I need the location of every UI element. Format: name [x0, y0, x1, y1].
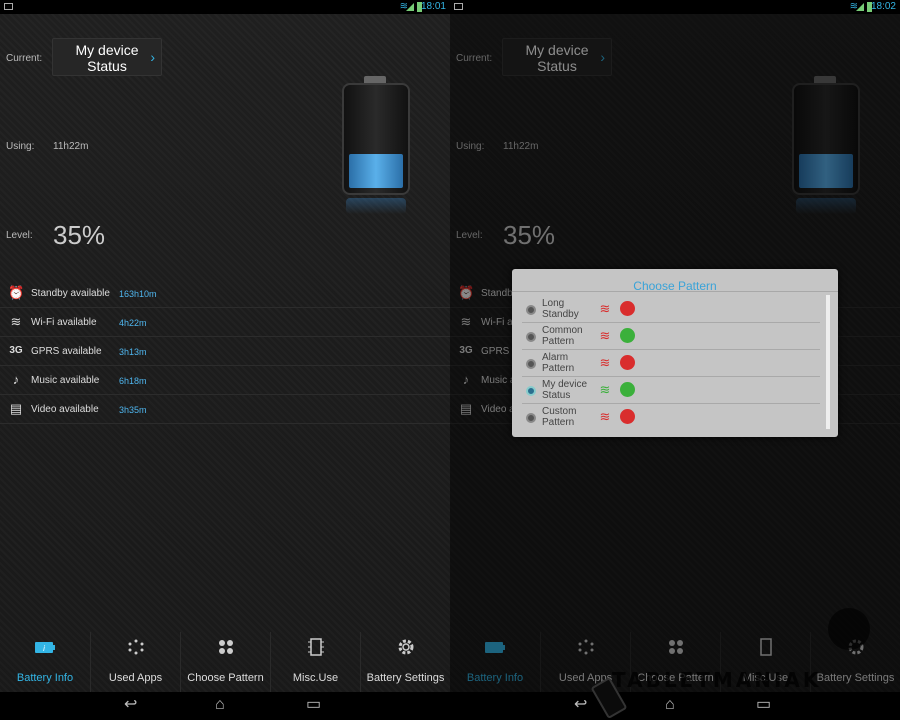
- recents-icon[interactable]: ▭: [756, 696, 771, 714]
- back-icon[interactable]: ↩: [574, 696, 587, 714]
- current-pattern-value: My device Status: [75, 42, 139, 74]
- watermark-splash-icon: [828, 608, 870, 650]
- level-value: 35%: [53, 220, 106, 250]
- tab-label: Used Apps: [108, 672, 163, 684]
- tab-label: Misc.Use: [292, 672, 339, 684]
- radio-button[interactable]: [526, 305, 536, 315]
- dots-circle-icon: [128, 639, 144, 655]
- pattern-option-my-device-status[interactable]: My device Status ≋: [522, 377, 820, 404]
- radio-button[interactable]: [526, 413, 536, 423]
- pattern-option-common[interactable]: Common Pattern ≋: [522, 323, 820, 350]
- tab-battery-settings[interactable]: Battery Settings: [360, 632, 450, 692]
- availability-value: 4h22m: [119, 318, 147, 328]
- wifi-off-icon: ≋: [599, 409, 611, 424]
- radio-button-selected[interactable]: [526, 386, 536, 396]
- current-label: Current:: [6, 53, 43, 64]
- level-label: Level:: [6, 230, 33, 241]
- radio-button[interactable]: [526, 332, 536, 342]
- pattern-name: Custom Pattern: [542, 406, 577, 428]
- battery-info-screen: ≋ 18:01 Current: My device Status › Usin…: [0, 0, 450, 720]
- current-pattern-button[interactable]: My device Status ›: [52, 38, 162, 76]
- data-off-icon: [620, 355, 635, 370]
- availability-label: Standby available: [31, 288, 110, 299]
- chevron-right-icon: ›: [150, 49, 155, 65]
- dialog-scrollbar[interactable]: [826, 295, 830, 429]
- choose-pattern-dialog: Choose Pattern Long Standby ≋ Common Pat…: [512, 269, 838, 437]
- watermark-logo: TABLETMANIAK: [612, 668, 822, 692]
- tab-label: Battery Info: [16, 672, 74, 684]
- battery-body: [342, 83, 410, 195]
- availability-value: 6h18m: [119, 376, 147, 386]
- battery-icon: i: [35, 642, 55, 653]
- home-icon[interactable]: ⌂: [215, 696, 225, 714]
- pattern-name: Common Pattern: [542, 325, 583, 347]
- gallery-notification-icon: [4, 3, 13, 10]
- using-value: 11h22m: [53, 141, 89, 152]
- tab-label: Battery Settings: [366, 672, 445, 684]
- list-item: ≋ Wi-Fi available 4h22m: [0, 308, 450, 337]
- availability-label: Wi-Fi available: [31, 317, 97, 328]
- dialog-divider: [512, 291, 838, 292]
- data-on-icon: [620, 328, 635, 343]
- list-item: ▤ Video available 3h35m: [0, 395, 450, 424]
- signal-icon: [856, 3, 864, 11]
- status-bar: ≋ 18:01: [0, 0, 450, 14]
- wifi-on-icon: ≋: [599, 382, 611, 397]
- tab-battery-info[interactable]: i Battery Info: [0, 632, 90, 692]
- battery-reflection: [346, 198, 406, 214]
- tab-misc-use[interactable]: Misc.Use: [270, 632, 360, 692]
- 3g-icon: 3G: [9, 345, 23, 356]
- availability-label: Video available: [31, 404, 99, 415]
- pattern-name: Long Standby: [542, 298, 579, 320]
- wifi-icon: ≋: [10, 314, 22, 329]
- pattern-option-long-standby[interactable]: Long Standby ≋: [522, 296, 820, 323]
- availability-list: ⏰ Standby available 163h10m ≋ Wi-Fi avai…: [0, 279, 450, 424]
- chip-icon: [308, 638, 324, 656]
- availability-value: 3h13m: [119, 347, 147, 357]
- svg-text:i: i: [43, 644, 45, 653]
- pattern-name: My device Status: [542, 379, 588, 401]
- radio-button[interactable]: [526, 359, 536, 369]
- gallery-notification-icon: [454, 3, 463, 10]
- alarm-clock-icon: ⏰: [8, 285, 25, 300]
- availability-value: 163h10m: [119, 289, 157, 299]
- gear-icon: [398, 639, 414, 655]
- data-on-icon: [620, 382, 635, 397]
- bottom-tab-bar: i Battery Info Used Apps Choose Pattern …: [0, 632, 450, 692]
- list-item: ♪ Music available 6h18m: [0, 366, 450, 395]
- list-item: 3G GPRS available 3h13m: [0, 337, 450, 366]
- back-icon[interactable]: ↩: [124, 696, 137, 714]
- pattern-name: Alarm Pattern: [542, 352, 575, 374]
- film-icon: ▤: [9, 401, 23, 416]
- availability-label: GPRS available: [31, 346, 102, 357]
- availability-value: 3h35m: [119, 405, 147, 415]
- pattern-option-alarm[interactable]: Alarm Pattern ≋: [522, 350, 820, 377]
- tab-used-apps[interactable]: Used Apps: [90, 632, 180, 692]
- wifi-off-icon: ≋: [599, 355, 611, 370]
- wifi-off-icon: ≋: [599, 301, 611, 316]
- availability-label: Music available: [31, 375, 100, 386]
- signal-icon: [406, 3, 414, 11]
- battery-fill: [349, 154, 403, 188]
- clock: 18:02: [870, 1, 896, 12]
- four-dots-icon: [219, 640, 233, 654]
- tab-choose-pattern[interactable]: Choose Pattern: [180, 632, 270, 692]
- data-off-icon: [620, 301, 635, 316]
- tab-label: Choose Pattern: [187, 672, 264, 684]
- status-bar: ≋ 18:02: [450, 0, 900, 14]
- using-label: Using:: [6, 141, 35, 152]
- home-icon[interactable]: ⌂: [665, 696, 675, 714]
- system-nav-bar: ↩ ⌂ ▭: [450, 692, 900, 720]
- wifi-off-icon: ≋: [599, 328, 611, 343]
- data-off-icon: [620, 409, 635, 424]
- battery-graphic: [342, 76, 410, 214]
- pattern-option-custom[interactable]: Custom Pattern ≋: [522, 404, 820, 431]
- list-item: ⏰ Standby available 163h10m: [0, 279, 450, 308]
- recents-icon[interactable]: ▭: [306, 696, 321, 714]
- system-nav-bar: ↩ ⌂ ▭: [0, 692, 450, 720]
- choose-pattern-screen: ≋ 18:02 Current: My device Status › Usin…: [450, 0, 900, 720]
- music-note-icon: ♪: [12, 372, 20, 387]
- clock: 18:01: [420, 1, 446, 12]
